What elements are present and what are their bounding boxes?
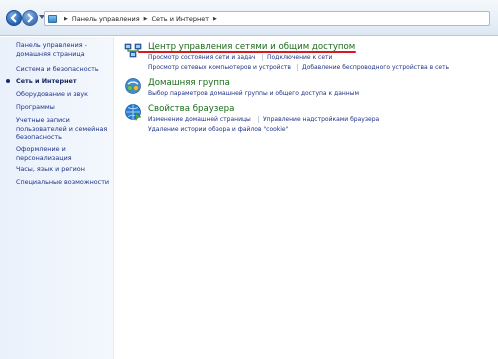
link-change-home-page[interactable]: Изменение домашней страницы xyxy=(148,116,251,123)
category-title-internet-options[interactable]: Свойства браузера xyxy=(148,104,234,114)
sidebar-item-programs[interactable]: Программы xyxy=(16,103,112,112)
chevron-right-icon[interactable]: ▶ xyxy=(213,16,217,22)
link-separator xyxy=(258,116,259,123)
chevron-right-icon[interactable]: ▶ xyxy=(144,16,148,22)
homegroup-icon xyxy=(125,78,141,94)
sidebar-item-network-internet[interactable]: Сеть и Интернет xyxy=(16,77,112,86)
link-delete-history[interactable]: Удаление истории обзора и файлов "cookie… xyxy=(148,126,288,133)
sidebar-item-clock-language[interactable]: Часы, язык и регион xyxy=(16,165,112,174)
arrow-left-icon xyxy=(10,13,17,23)
link-separator xyxy=(262,54,263,61)
sidebar-item-home[interactable]: Панель управления - домашняя страница xyxy=(16,41,112,58)
link-view-network-status[interactable]: Просмотр состояния сети и задач xyxy=(148,54,255,61)
sidebar-item-accessibility[interactable]: Специальные возможности xyxy=(16,178,112,187)
link-connect-to-network[interactable]: Подключение к сети xyxy=(267,54,332,61)
link-view-network-computers[interactable]: Просмотр сетевых компьютеров и устройств xyxy=(148,64,291,71)
current-item-bullet-icon xyxy=(6,79,10,83)
address-bar: ▶ Панель управления ▶ Сеть и Интернет ▶ xyxy=(0,0,498,36)
link-manage-addons[interactable]: Управление надстройками браузера xyxy=(263,116,379,123)
annotation-underline xyxy=(138,51,356,53)
forward-button[interactable] xyxy=(22,10,38,26)
chevron-right-icon[interactable]: ▶ xyxy=(64,16,68,22)
link-homegroup-settings[interactable]: Выбор параметров домашней группы и общег… xyxy=(148,90,359,97)
back-button[interactable] xyxy=(6,10,22,26)
link-separator xyxy=(297,64,298,71)
category-title-homegroup[interactable]: Домашняя группа xyxy=(148,78,230,88)
internet-options-icon xyxy=(125,104,142,121)
control-panel-icon xyxy=(48,14,57,23)
sidebar-item-hardware-sound[interactable]: Оборудование и звук xyxy=(16,90,112,99)
breadcrumb[interactable]: ▶ Панель управления ▶ Сеть и Интернет ▶ xyxy=(44,11,490,26)
sidebar-item-system-security[interactable]: Система и безопасность xyxy=(16,65,112,74)
arrow-right-icon xyxy=(27,13,34,23)
sidebar-item-appearance[interactable]: Оформление и персонализация xyxy=(16,145,112,162)
sidebar-item-user-accounts[interactable]: Учетные записи пользователей и семейная … xyxy=(16,116,112,142)
network-center-icon xyxy=(124,43,142,58)
breadcrumb-item-control-panel[interactable]: Панель управления xyxy=(72,15,140,23)
breadcrumb-item-network-internet[interactable]: Сеть и Интернет xyxy=(151,15,209,23)
left-navigation-pane: Панель управления - домашняя страница Си… xyxy=(0,37,114,359)
link-add-wireless-device[interactable]: Добавление беспроводного устройства в се… xyxy=(302,64,449,71)
